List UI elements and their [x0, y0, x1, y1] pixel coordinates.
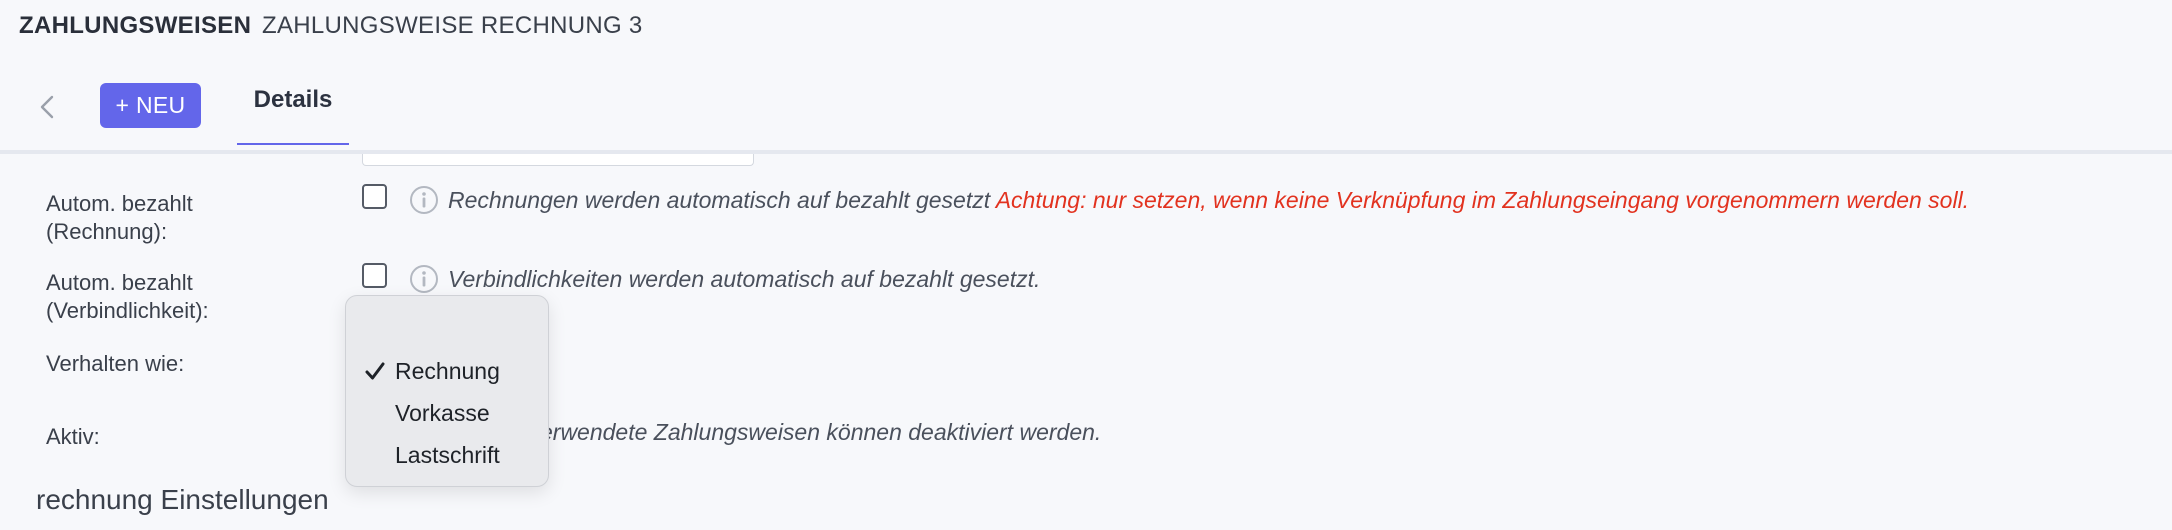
label-line: (Rechnung): [46, 219, 168, 244]
back-button[interactable] [30, 90, 64, 124]
new-button[interactable]: + NEU [100, 83, 201, 128]
settings-section-title: rechnung Einstellungen [36, 484, 329, 515]
behave-like-label: Verhalten wie: [46, 351, 185, 376]
info-icon [410, 265, 438, 293]
chevron-left-icon [40, 95, 54, 119]
auto-paid-liability-hint: Verbindlichkeiten werden automatisch auf… [448, 266, 1041, 292]
scrolled-input-field[interactable] [362, 154, 754, 166]
label-line: Autom. bezahlt [46, 191, 193, 216]
auto-paid-invoice-checkbox[interactable] [362, 184, 387, 209]
hint-text: Rechnungen werden automatisch auf bezahl… [448, 187, 991, 213]
active-hint: erwendete Zahlungsweisen können deaktivi… [540, 419, 1102, 445]
warning-text: Achtung: nur setzen, wenn keine Verknüpf… [995, 187, 1970, 213]
label-line: (Verbindlichkeit): [46, 298, 209, 323]
tab-details[interactable]: Details [237, 72, 349, 145]
toolbar: + NEU Details [0, 72, 2172, 152]
dropdown-option-vorkasse[interactable]: Vorkasse [395, 400, 490, 427]
toolbar-divider [0, 150, 2172, 154]
auto-paid-liability-label: Autom. bezahlt (Verbindlichkeit): [46, 269, 209, 325]
dropdown-option-lastschrift[interactable]: Lastschrift [395, 442, 500, 469]
title-bar: ZAHLUNGSWEISEN ZAHLUNGSWEISE RECHNUNG 3 [0, 0, 2172, 52]
section-title-label: ZAHLUNGSWEISEN [19, 12, 252, 39]
active-label: Aktiv: [46, 424, 100, 449]
checkmark-icon [365, 362, 385, 380]
label-line: Autom. bezahlt [46, 270, 193, 295]
tab-active-indicator [237, 143, 349, 145]
record-title-label: ZAHLUNGSWEISE RECHNUNG 3 [262, 12, 643, 39]
info-icon [410, 186, 438, 214]
auto-paid-invoice-hint: Rechnungen werden automatisch auf bezahl… [448, 187, 1969, 214]
dropdown-option-rechnung[interactable]: Rechnung [395, 358, 500, 385]
auto-paid-invoice-label: Autom. bezahlt (Rechnung): [46, 190, 193, 246]
behave-like-dropdown-menu[interactable]: Rechnung Vorkasse Lastschrift [345, 295, 549, 487]
auto-paid-liability-checkbox[interactable] [362, 263, 387, 288]
